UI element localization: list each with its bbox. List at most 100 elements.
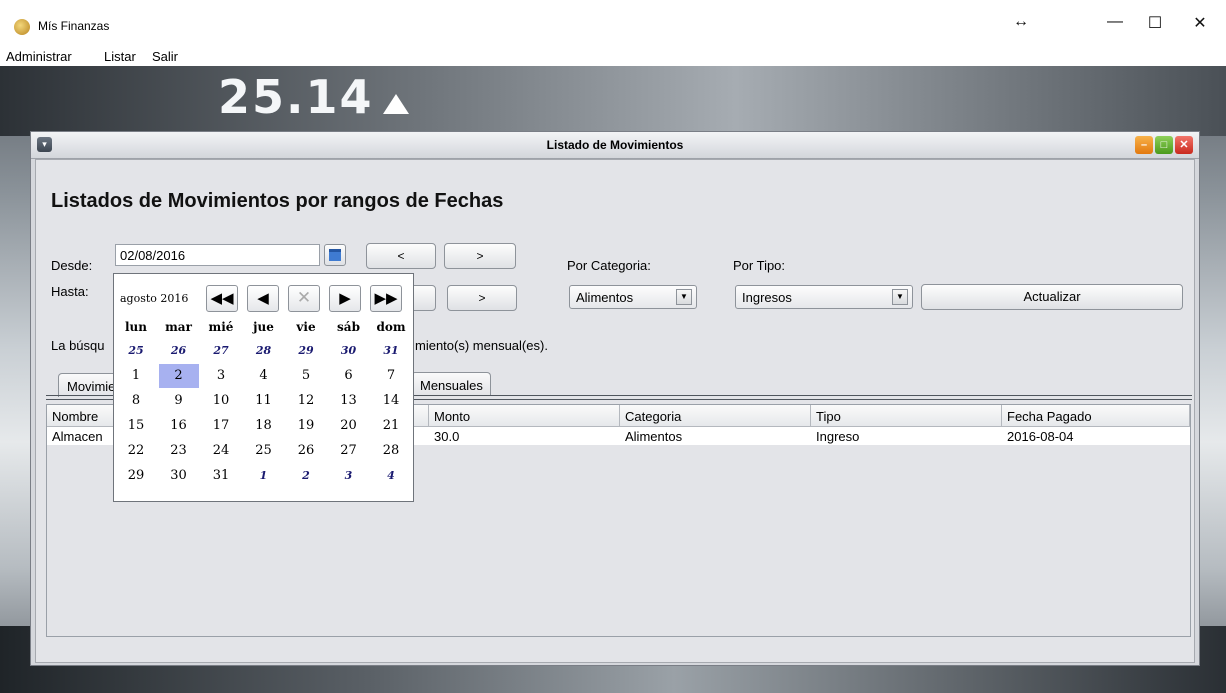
calendar-day[interactable]: 6 <box>329 364 369 388</box>
calendar-day[interactable]: 19 <box>286 414 326 438</box>
calendar-day[interactable]: 29 <box>116 464 156 488</box>
column-header-fecha[interactable]: Fecha Pagado <box>1002 405 1190 427</box>
calendar-day[interactable]: 11 <box>244 389 284 413</box>
calendar-day[interactable]: 13 <box>329 389 369 413</box>
calendar-day[interactable]: 9 <box>159 389 199 413</box>
minimize-button[interactable]: — <box>1100 13 1130 31</box>
weekday-header: jue <box>253 320 274 334</box>
menu-listar[interactable]: Listar <box>104 49 136 64</box>
calendar-day[interactable]: 7 <box>371 364 411 388</box>
chevron-down-icon: ▼ <box>676 289 692 305</box>
hasta-next-button[interactable]: > <box>447 285 517 311</box>
tipo-label: Por Tipo: <box>733 258 786 273</box>
hasta-label: Hasta: <box>51 284 89 299</box>
weekday-header: dom <box>376 320 406 334</box>
calendar-picker-button[interactable] <box>324 244 346 266</box>
cell-categoria: Alimentos <box>625 429 683 444</box>
calendar-day[interactable]: 31 <box>201 464 241 488</box>
app-coin-icon <box>14 19 30 35</box>
calendar-day[interactable]: 17 <box>201 414 241 438</box>
calendar-day[interactable]: 30 <box>159 464 199 488</box>
calendar-day[interactable]: 2 <box>286 464 326 488</box>
calendar-day[interactable]: 3 <box>201 364 241 388</box>
calendar-day[interactable]: 27 <box>201 339 241 363</box>
desktop-top-band <box>0 66 1226 136</box>
calendar-day[interactable]: 16 <box>159 414 199 438</box>
frame-title: Listado de Movimientos <box>546 138 684 152</box>
calendar-day[interactable]: 31 <box>371 339 411 363</box>
calendar-day[interactable]: 29 <box>286 339 326 363</box>
result-text-right: miento(s) mensual(es). <box>415 338 548 353</box>
weekday-header: mié <box>208 320 234 334</box>
categoria-label: Por Categoria: <box>567 258 651 273</box>
clear-date-button[interactable]: ✕ <box>288 285 320 312</box>
calendar-day[interactable]: 24 <box>201 439 241 463</box>
calendar-day[interactable]: 15 <box>116 414 156 438</box>
calendar-day[interactable]: 14 <box>371 389 411 413</box>
prev-year-button[interactable]: ◀◀ <box>206 285 238 312</box>
calendar-day[interactable]: 28 <box>244 339 284 363</box>
calendar-day[interactable]: 20 <box>329 414 369 438</box>
prev-month-button[interactable]: ◀ <box>247 285 279 312</box>
tab-mensuales[interactable]: Mensuales <box>411 372 491 396</box>
calendar-day[interactable]: 27 <box>329 439 369 463</box>
calendar-day[interactable]: 26 <box>159 339 199 363</box>
calendar-day[interactable]: 28 <box>371 439 411 463</box>
calendar-day[interactable]: 25 <box>244 439 284 463</box>
weekday-header: lun <box>124 320 147 334</box>
close-button[interactable]: ✕ <box>1185 13 1215 33</box>
column-header-categoria[interactable]: Categoria <box>620 405 811 427</box>
calendar-day[interactable]: 4 <box>244 364 284 388</box>
frame-maximize-icon[interactable]: □ <box>1155 136 1173 154</box>
resize-icon[interactable]: ↔ <box>1006 13 1036 31</box>
next-month-button[interactable]: ▶ <box>329 285 361 312</box>
calendar-day[interactable]: 5 <box>286 364 326 388</box>
desde-prev-button[interactable]: < <box>366 243 436 269</box>
weekday-header: vie <box>296 320 316 334</box>
desktop-clock-digits: 25.14 <box>218 70 374 124</box>
frame-minimize-icon[interactable]: – <box>1135 136 1153 154</box>
triangle-up-icon <box>383 94 409 114</box>
desde-next-button[interactable]: > <box>444 243 516 269</box>
actualizar-button[interactable]: Actualizar <box>921 284 1183 310</box>
window-titlebar: Mís Finanzas ↔ — ☐ ✕ <box>0 0 1226 46</box>
page-title: Listados de Movimientos por rangos de Fe… <box>51 190 504 212</box>
calendar-day[interactable]: 10 <box>201 389 241 413</box>
next-year-button[interactable]: ▶▶ <box>370 285 402 312</box>
desde-date-field[interactable]: 02/08/2016 <box>115 244 320 266</box>
frame-close-icon[interactable]: ✕ <box>1175 136 1193 154</box>
maximize-button[interactable]: ☐ <box>1140 13 1170 33</box>
column-header-tipo[interactable]: Tipo <box>811 405 1002 427</box>
calendar-day[interactable]: 1 <box>116 364 156 388</box>
cell-monto: 30.0 <box>434 429 460 444</box>
frame-titlebar: ▾ Listado de Movimientos – □ ✕ <box>31 132 1199 159</box>
tipo-select[interactable]: Ingresos ▼ <box>735 285 913 309</box>
cell-fecha: 2016-08-04 <box>1007 429 1074 444</box>
calendar-day[interactable]: 3 <box>329 464 369 488</box>
categoria-select[interactable]: Alimentos ▼ <box>569 285 697 309</box>
calendar-day[interactable]: 12 <box>286 389 326 413</box>
calendar-day[interactable]: 4 <box>371 464 411 488</box>
window-title: Mís Finanzas <box>38 19 110 33</box>
calendar-day[interactable]: 2 <box>158 364 199 388</box>
menu-administrar[interactable]: Administrar <box>6 49 72 64</box>
calendar-day[interactable]: 26 <box>286 439 326 463</box>
calendar-day[interactable]: 23 <box>159 439 199 463</box>
calendar-day[interactable]: 21 <box>371 414 411 438</box>
menu-salir[interactable]: Salir <box>152 49 178 64</box>
desde-label: Desde: <box>51 258 93 273</box>
cell-nombre: Almacen <box>52 429 103 444</box>
weekday-header: sáb <box>337 320 360 334</box>
tipo-select-value: Ingresos <box>742 290 792 305</box>
calendar-day[interactable]: 8 <box>116 389 156 413</box>
calendar-day[interactable]: 25 <box>116 339 156 363</box>
tab-movimientos[interactable]: Movimie <box>58 373 118 397</box>
categoria-select-value: Alimentos <box>576 290 634 305</box>
calendar-day[interactable]: 18 <box>244 414 284 438</box>
calendar-day[interactable]: 22 <box>116 439 156 463</box>
column-header-monto[interactable]: Monto <box>429 405 620 427</box>
calendar-day[interactable]: 30 <box>329 339 369 363</box>
calendar-day[interactable]: 1 <box>244 464 284 488</box>
result-text-left: La búsqu <box>51 338 105 353</box>
chevron-down-icon: ▼ <box>892 289 908 305</box>
